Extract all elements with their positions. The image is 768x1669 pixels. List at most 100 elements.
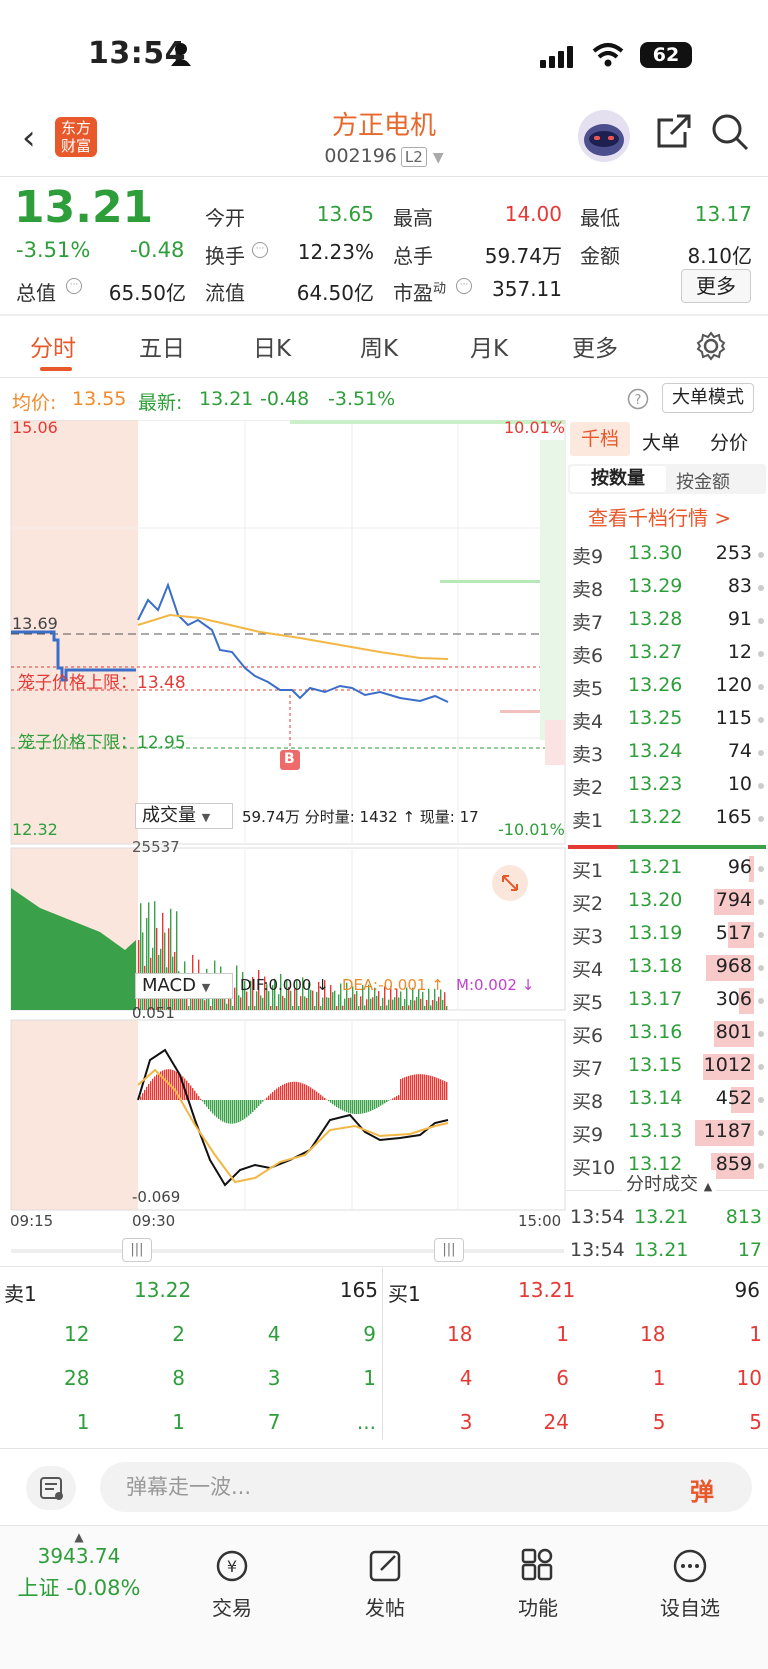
volume-bar	[292, 1006, 294, 1010]
order-qty: 968	[715, 955, 752, 977]
buy-order-row[interactable]: 买2 13.20 794	[566, 885, 768, 918]
stock-header: 方正电机 002196 L2 ▼	[0, 105, 768, 177]
range-handle-right[interactable]: |||	[434, 1238, 464, 1262]
tab-daily[interactable]: 日K	[253, 329, 291, 363]
buy-order-row[interactable]: 买3 13.19 517	[566, 918, 768, 951]
buy-order-row[interactable]: 买8 13.14 452	[566, 1083, 768, 1116]
tab-intraday[interactable]: 分时	[30, 329, 76, 363]
volume-indicator-select[interactable]: 成交量 ▼	[135, 803, 233, 829]
nav-features-label: 功能	[518, 1596, 558, 1620]
sell-order-row[interactable]: 卖7 13.28 91	[566, 604, 768, 637]
sell-order-row[interactable]: 卖3 13.24 74	[566, 736, 768, 769]
tab-large-orders[interactable]: 大单	[642, 428, 680, 455]
queue-qty: 3	[267, 1366, 281, 1390]
tab-more[interactable]: 更多	[572, 329, 618, 363]
avg-label: 均价:	[12, 392, 57, 414]
volume-bar	[364, 1005, 366, 1010]
large-order-mode-button[interactable]: 大单模式	[662, 383, 754, 413]
macd-bar	[354, 1100, 356, 1114]
info-icon[interactable]: ···	[66, 278, 82, 294]
stock-name[interactable]: 方正电机	[0, 105, 768, 142]
danmu-settings-icon[interactable]	[26, 1466, 76, 1510]
order-price: 13.20	[628, 889, 683, 911]
sell-order-row[interactable]: 卖6 13.27 12	[566, 637, 768, 670]
order-price: 13.30	[628, 542, 683, 564]
macd-bar	[152, 1078, 154, 1100]
dot-icon	[758, 750, 764, 756]
nav-add-watchlist[interactable]: 设自选	[630, 1526, 750, 1621]
buy-order-row[interactable]: 买6 13.16 801	[566, 1017, 768, 1050]
tab-five-day[interactable]: 五日	[139, 329, 185, 363]
tab-monthly[interactable]: 月K	[470, 329, 508, 363]
intraday-chart[interactable]: 15.06 10.01% 13.69 笼子价格上限：13.48 笼子价格下限：1…	[0, 418, 566, 1230]
total-value: 65.50亿	[108, 281, 186, 305]
level-badge: L2	[400, 147, 427, 167]
low-label: 最低	[580, 206, 620, 230]
help-icon[interactable]: ?	[627, 388, 649, 410]
macd-min: -0.069	[132, 1188, 181, 1206]
volume-bar	[400, 991, 402, 1010]
macd-bar	[424, 1074, 426, 1100]
stock-code[interactable]: 002196 L2 ▼	[0, 145, 768, 167]
index-ticker[interactable]: ▲ 3943.74 上证 -0.08%	[14, 1526, 144, 1602]
queue-qty: 4	[459, 1366, 473, 1390]
order-price: 13.13	[628, 1120, 683, 1142]
range-handle-left[interactable]: |||	[122, 1238, 152, 1262]
trades-header[interactable]: 分时成交 ▲	[622, 1170, 717, 1196]
buy-order-row[interactable]: 买7 13.15 1012	[566, 1050, 768, 1083]
macd-indicator-select[interactable]: MACD ▼	[135, 973, 233, 999]
danmu-send-button[interactable]: 弹	[690, 1472, 714, 1507]
queue-qty: 1	[76, 1410, 90, 1434]
volume-bar	[380, 1006, 382, 1010]
order-price: 13.24	[628, 740, 683, 762]
tab-depth[interactable]: 千档	[570, 422, 630, 456]
buy-order-row[interactable]: 买1 13.21 96	[566, 852, 768, 885]
macd-bar	[370, 1100, 372, 1111]
order-qty: 794	[715, 889, 752, 911]
buy-order-row[interactable]: 买5 13.17 306	[566, 984, 768, 1017]
nav-features[interactable]: 功能	[478, 1526, 598, 1621]
turnover-value: 12.23%	[297, 240, 374, 264]
buy-order-row[interactable]: 买9 13.13 1187	[566, 1116, 768, 1149]
volume-bar	[402, 1006, 404, 1010]
nav-trade[interactable]: ¥ 交易	[172, 1526, 292, 1621]
macd-bar	[334, 1100, 336, 1106]
macd-bar	[202, 1100, 204, 1102]
view-depth-link[interactable]: 查看千档行情 >	[588, 502, 731, 531]
nav-post[interactable]: 发帖	[325, 1526, 445, 1621]
macd-bar	[172, 1069, 174, 1100]
info-icon[interactable]: ···	[252, 242, 268, 258]
sell-order-row[interactable]: 卖4 13.25 115	[566, 703, 768, 736]
tab-by-amount[interactable]: 按金额	[676, 468, 730, 494]
tab-by-quantity[interactable]: 按数量	[570, 466, 666, 492]
macd-bar	[372, 1100, 374, 1111]
more-button[interactable]: 更多	[681, 269, 751, 303]
sell-order-row[interactable]: 卖8 13.29 83	[566, 571, 768, 604]
order-level: 买7	[572, 1058, 604, 1080]
settings-icon[interactable]	[696, 331, 726, 361]
buy-order-row[interactable]: 买4 13.18 968	[566, 951, 768, 984]
volume-bar	[382, 997, 384, 1010]
macd-bar	[174, 1070, 176, 1100]
expand-icon[interactable]	[492, 865, 528, 901]
macd-bar	[442, 1080, 444, 1100]
search-icon[interactable]	[710, 112, 750, 152]
volume-bar	[404, 999, 406, 1010]
share-icon[interactable]	[655, 112, 693, 150]
robot-avatar[interactable]	[578, 110, 630, 162]
macd-bar	[308, 1086, 310, 1100]
danmu-input[interactable]: 弹幕走一波...	[100, 1462, 752, 1512]
queue-qty: ...	[356, 1410, 376, 1434]
sell-order-row[interactable]: 卖9 13.30 253	[566, 538, 768, 571]
tab-price-dist[interactable]: 分价	[710, 428, 748, 455]
order-level: 卖1	[572, 810, 604, 832]
sell-order-row[interactable]: 卖2 13.23 10	[566, 769, 768, 802]
tab-weekly[interactable]: 周K	[360, 329, 398, 363]
quote-panel: 13.21 -3.51% -0.48 总值 ··· 65.50亿 今开 13.6…	[0, 178, 768, 314]
volume-bar	[306, 997, 308, 1010]
volume-bar	[322, 997, 324, 1010]
sell-order-row[interactable]: 卖1 13.22 165	[566, 802, 768, 835]
up-limit-pct: 10.01%	[504, 418, 566, 437]
sell-order-row[interactable]: 卖5 13.26 120	[566, 670, 768, 703]
dot-icon	[758, 585, 764, 591]
